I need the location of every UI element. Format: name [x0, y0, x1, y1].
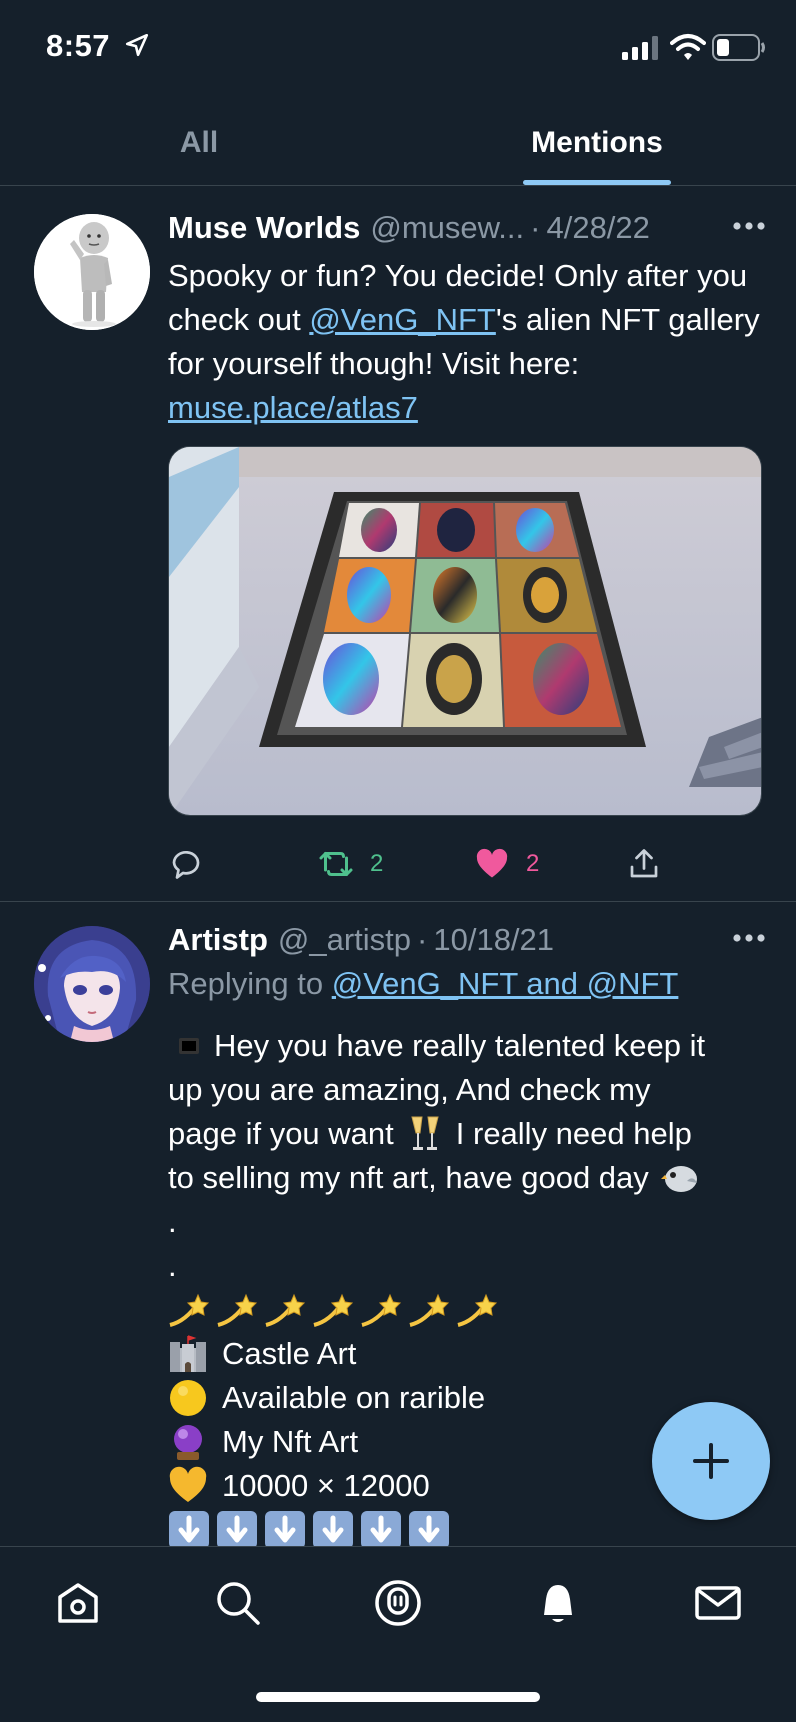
wifi-icon — [670, 34, 706, 60]
dizzy-emoji-icon — [360, 1291, 402, 1329]
castle-emoji-icon — [168, 1334, 208, 1374]
location-arrow-icon — [125, 33, 149, 57]
tweet-date[interactable]: 10/18/21 — [433, 922, 554, 958]
text-line: to selling my nft art, have good day — [168, 1156, 776, 1200]
text-line-content: . — [168, 1204, 177, 1239]
dizzy-emoji-icon — [408, 1291, 450, 1329]
status-bar: 8:57 — [0, 0, 796, 100]
share-button[interactable] — [626, 834, 662, 894]
like-count: 2 — [526, 850, 540, 877]
user-handle[interactable]: @musew... — [370, 210, 524, 246]
text-line-content: 10000 × 12000 — [222, 1468, 430, 1503]
active-tab-indicator — [523, 180, 671, 185]
yellow-circle-emoji-icon — [168, 1378, 208, 1418]
compose-tweet-button[interactable] — [652, 1402, 770, 1520]
tab-mentions[interactable]: Mentions — [398, 100, 796, 185]
url-link[interactable]: muse.place/atlas7 — [168, 390, 418, 425]
text-line-content: Hey you have really talented keep it — [214, 1028, 706, 1063]
text-line: Hey you have really talented keep it — [168, 1024, 776, 1068]
avatar[interactable] — [34, 926, 150, 1042]
tab-mentions-label: Mentions — [531, 125, 663, 159]
tweet[interactable]: Muse Worlds @musew... · 4/28/22 Spooky o… — [0, 186, 796, 902]
tweet-actions: 2 2 — [168, 834, 688, 894]
text-line-content: page if you want — [168, 1116, 394, 1151]
down-arrow-emoji-icon — [216, 1510, 258, 1546]
text-line: up you are amazing, And check my — [168, 1068, 776, 1112]
more-options-icon[interactable] — [732, 932, 766, 944]
bird-emoji-icon — [660, 1161, 699, 1195]
heart-filled-icon — [476, 848, 508, 878]
messages-envelope-icon[interactable] — [692, 1577, 744, 1629]
user-handle[interactable]: @_artistp — [278, 922, 411, 958]
like-button[interactable]: 2 — [474, 834, 539, 894]
text-line-content: up you are amazing, And check my — [168, 1072, 651, 1107]
replying-to-line: Replying to @VenG_NFT and @NFT — [168, 966, 678, 1002]
dizzy-emoji-icon — [312, 1291, 354, 1329]
down-arrow-emoji-icon — [168, 1510, 210, 1546]
down-arrow-emoji-icon — [264, 1510, 306, 1546]
text-line-content: Castle Art — [222, 1336, 357, 1371]
tweet-header: Artistp @_artistp · 10/18/21 — [168, 922, 766, 958]
retweet-icon — [319, 852, 353, 876]
battery-icon — [712, 34, 765, 61]
tweet-text: Spooky or fun? You decide! Only after yo… — [168, 254, 770, 430]
text-line: Castle Art — [168, 1332, 776, 1376]
retweet-count: 2 — [370, 850, 384, 877]
tweet-header: Muse Worlds @musew... · 4/28/22 — [168, 210, 766, 246]
anime-girl-avatar-icon — [34, 926, 150, 1042]
yellow-heart-emoji-icon — [168, 1466, 208, 1506]
home-icon[interactable] — [52, 1577, 104, 1629]
share-icon — [630, 849, 658, 878]
display-name[interactable]: Muse Worlds — [168, 210, 360, 246]
down-arrow-emoji-icon — [408, 1510, 450, 1546]
robot-figure-avatar-icon — [34, 214, 150, 330]
champagne-glasses-emoji-icon — [408, 1115, 442, 1153]
display-name[interactable]: Artistp — [168, 922, 268, 958]
retweet-button[interactable]: 2 — [318, 834, 383, 894]
separator-dot: · — [530, 210, 541, 245]
text-line-content: . — [168, 1248, 177, 1283]
dizzy-emoji-icon — [264, 1291, 306, 1329]
text-line: . — [168, 1200, 776, 1244]
down-arrow-emoji-icon — [360, 1510, 402, 1546]
text-line-content: Available on rarible — [222, 1380, 486, 1415]
plus-icon — [693, 1443, 729, 1479]
notifications-bell-icon[interactable] — [532, 1577, 584, 1629]
dizzy-emoji-row — [168, 1288, 776, 1332]
separator-dot: · — [417, 922, 428, 957]
text-line: . — [168, 1244, 776, 1288]
nft-gallery-image — [169, 447, 761, 815]
dizzy-emoji-icon — [216, 1291, 258, 1329]
text-line: page if you want I really need help — [168, 1112, 776, 1156]
status-time: 8:57 — [46, 28, 111, 63]
reply-targets-link[interactable]: @VenG_NFT and @NFT — [332, 966, 679, 1001]
black-square-emoji-icon — [178, 1035, 200, 1057]
crystal-ball-emoji-icon — [168, 1422, 208, 1462]
text-line-content: I really need help — [455, 1116, 692, 1151]
more-options-icon[interactable] — [732, 220, 766, 232]
dizzy-emoji-icon — [168, 1291, 210, 1329]
tweet-date[interactable]: 4/28/22 — [546, 210, 649, 246]
cellular-signal-icon — [622, 36, 658, 60]
text-line-content: My Nft Art — [222, 1424, 359, 1459]
text-line-content: to selling my nft art, have good day — [168, 1160, 649, 1195]
reply-button[interactable] — [168, 834, 204, 894]
down-arrow-emoji-icon — [312, 1510, 354, 1546]
home-indicator-bar[interactable] — [256, 1692, 540, 1702]
tweet-media-image[interactable] — [168, 446, 762, 816]
search-icon[interactable] — [212, 1577, 264, 1629]
spaces-microphone-icon[interactable] — [372, 1577, 424, 1629]
replying-to-prefix: Replying to — [168, 966, 332, 1001]
avatar[interactable] — [34, 214, 150, 330]
mention-link[interactable]: @VenG_NFT — [309, 302, 496, 337]
reply-bubble-icon — [172, 851, 200, 879]
dizzy-emoji-icon — [456, 1291, 498, 1329]
notification-tabs: All Mentions — [0, 100, 796, 186]
tab-all[interactable]: All — [0, 100, 398, 185]
tab-all-label: All — [179, 125, 219, 159]
